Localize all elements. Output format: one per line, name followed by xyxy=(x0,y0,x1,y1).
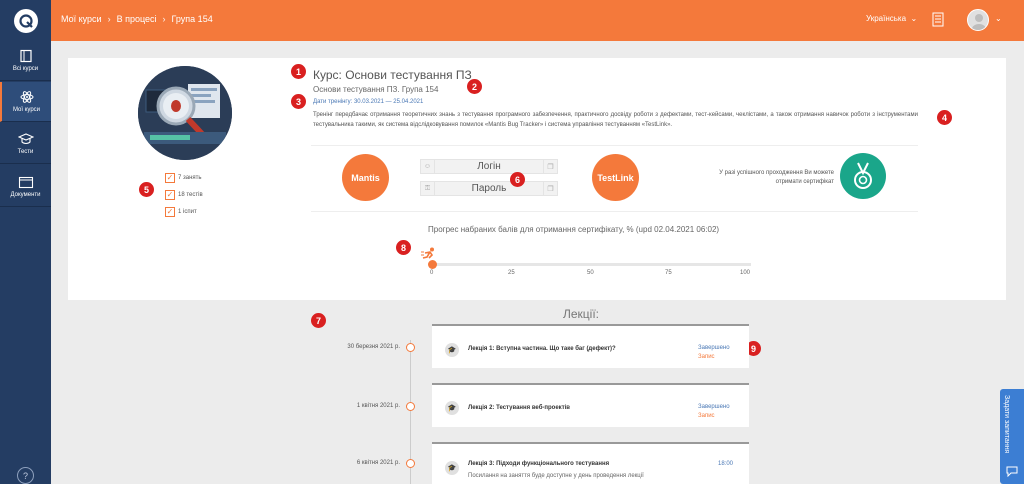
timeline-dot xyxy=(406,459,415,468)
breadcrumb-my-courses[interactable]: Мої курси xyxy=(61,14,102,24)
breadcrumb-separator-icon: › xyxy=(162,14,166,24)
checkbox-icon: ✓ xyxy=(165,206,175,217)
lecture-name[interactable]: Лекція 1: Вступна частина. Що таке баг (… xyxy=(468,346,616,352)
nav-tests[interactable]: Тести xyxy=(0,124,51,164)
annotation-marker: 7 xyxy=(311,313,326,328)
folder-icon xyxy=(18,176,33,189)
document-icon[interactable] xyxy=(931,12,945,33)
course-subtitle: Основи тестування ПЗ. Група 154 xyxy=(313,85,439,94)
graduation-cap-icon: 🎓 xyxy=(445,343,459,357)
annotation-marker: 4 xyxy=(937,110,952,125)
page-title: Курс: Основи тестування ПЗ xyxy=(313,68,472,82)
lecture-note: Посилання на заняття буде доступне у ден… xyxy=(468,473,644,479)
lecture-name[interactable]: Лекція 3: Підходи функціонального тестув… xyxy=(468,461,609,467)
progress-label: Прогрес набраних балів для отримання сер… xyxy=(428,225,720,234)
nav-all-courses[interactable]: Всі курси xyxy=(0,41,51,81)
language-label: Українська xyxy=(866,14,907,23)
login-field[interactable]: ☺ Логін ❐ xyxy=(420,159,558,174)
progress-marker xyxy=(428,260,437,269)
course-image xyxy=(138,66,232,160)
breadcrumb: Мої курси › В процесі › Група 154 xyxy=(61,14,213,24)
annotation-marker: 5 xyxy=(139,182,154,197)
lectures-title: Лекції: xyxy=(563,307,600,321)
lecture-record-link[interactable]: Запис xyxy=(698,413,715,419)
stat-tests: ✓ 18 тестів xyxy=(165,189,203,200)
key-icon: ⚿ xyxy=(421,182,435,195)
progress-tick-100: 100 xyxy=(740,270,751,276)
atom-icon xyxy=(20,91,33,103)
nav-documents[interactable]: Документи xyxy=(0,167,51,207)
lecture-name[interactable]: Лекція 2: Тестування веб-проектів xyxy=(468,405,570,411)
stat-lessons: ✓ 7 занять xyxy=(165,172,202,183)
copy-icon[interactable]: ❐ xyxy=(543,182,557,195)
copy-icon[interactable]: ❐ xyxy=(543,160,557,173)
timeline-dot xyxy=(406,343,415,352)
testlink-button[interactable]: TestLink xyxy=(592,154,639,201)
training-dates: Дати тренінгу: 30.03.2021 — 25.04.2021 xyxy=(313,99,424,105)
progress-tick-0: 0 xyxy=(430,270,434,276)
help-button[interactable]: ? xyxy=(17,467,34,484)
avatar[interactable] xyxy=(967,9,989,31)
graduation-cap-icon xyxy=(17,133,34,145)
medal-icon xyxy=(854,162,872,189)
ask-question-label: Задати запитання xyxy=(1003,395,1010,454)
password-field[interactable]: ⚿ Пароль ❐ xyxy=(420,181,558,196)
user-icon xyxy=(972,14,986,30)
topbar: Мої курси › В процесі › Група 154 Україн… xyxy=(51,0,1024,41)
logo-icon xyxy=(13,8,38,33)
certificate-badge[interactable] xyxy=(840,153,886,199)
progress-tick-50: 50 xyxy=(587,270,594,276)
lecture-status: Завершено xyxy=(698,404,730,410)
lecture-card[interactable]: 🎓 Лекція 3: Підходи функціонального тест… xyxy=(432,442,749,484)
nav-documents-label: Документи xyxy=(10,192,41,198)
lecture-date: 6 квітня 2021 р. xyxy=(356,460,400,466)
graduation-cap-icon: 🎓 xyxy=(445,461,459,475)
progress-tick-75: 75 xyxy=(665,270,672,276)
annotation-marker: 2 xyxy=(467,79,482,94)
course-card: ✓ 7 занять ✓ 18 тестів ✓ 1 іспит Курс: Осно… xyxy=(68,58,1006,300)
annotation-marker: 8 xyxy=(396,240,411,255)
certificate-text: У разі успішного проходження Ви можете о… xyxy=(719,170,834,185)
stat-exam: ✓ 1 іспит xyxy=(165,206,197,217)
lecture-time: 18:00 xyxy=(718,461,734,467)
nav-my-courses-label: Мої курси xyxy=(12,107,41,113)
lecture-card[interactable]: 🎓 Лекція 2: Тестування веб-проектів Заве… xyxy=(432,383,749,427)
course-description: Тренінг передбачає отримання теоретичних… xyxy=(313,112,918,128)
lecture-date: 1 квітня 2021 р. xyxy=(356,403,400,409)
divider xyxy=(311,211,918,212)
user-icon: ☺ xyxy=(421,160,435,173)
mantis-button[interactable]: Mantis xyxy=(342,154,389,201)
nav-my-courses[interactable]: Мої курси xyxy=(0,82,51,122)
timeline-dot xyxy=(406,402,415,411)
lecture-card[interactable]: 🎓 Лекція 1: Вступна частина. Що таке баг… xyxy=(432,324,749,368)
progress-track xyxy=(433,263,751,266)
nav-all-courses-label: Всі курси xyxy=(12,66,39,72)
chevron-down-icon: ⌄ xyxy=(908,14,918,23)
chevron-down-icon[interactable]: ⌄ xyxy=(995,14,1002,23)
annotation-marker: 1 xyxy=(291,64,306,79)
annotation-marker: 3 xyxy=(291,94,306,109)
annotation-marker: 6 xyxy=(510,172,525,187)
logo[interactable] xyxy=(0,0,51,41)
breadcrumb-group: Група 154 xyxy=(171,14,213,24)
lecture-status: Завершено xyxy=(698,345,730,351)
course-stats: ✓ 7 занять ✓ 18 тестів ✓ 1 іспит xyxy=(165,169,203,220)
lecture-date: 30 березня 2021 р. xyxy=(347,344,400,350)
ask-question-button[interactable]: Задати запитання xyxy=(1000,389,1024,484)
divider xyxy=(311,145,918,146)
lecture-record-link[interactable]: Запис xyxy=(698,354,715,360)
progress-tick-25: 25 xyxy=(508,270,515,276)
breadcrumb-separator-icon: › xyxy=(107,14,111,24)
chat-icon xyxy=(1006,466,1018,477)
nav-tests-label: Тести xyxy=(17,149,34,155)
checkbox-icon: ✓ xyxy=(165,189,175,200)
book-icon xyxy=(19,49,32,63)
language-selector[interactable]: Українська ⌄ xyxy=(866,14,917,23)
breadcrumb-in-progress[interactable]: В процесі xyxy=(117,14,157,24)
graduation-cap-icon: 🎓 xyxy=(445,401,459,415)
checkbox-icon: ✓ xyxy=(165,172,175,183)
sidebar: Всі курси Мої курси Тести Документи ? xyxy=(0,0,51,484)
